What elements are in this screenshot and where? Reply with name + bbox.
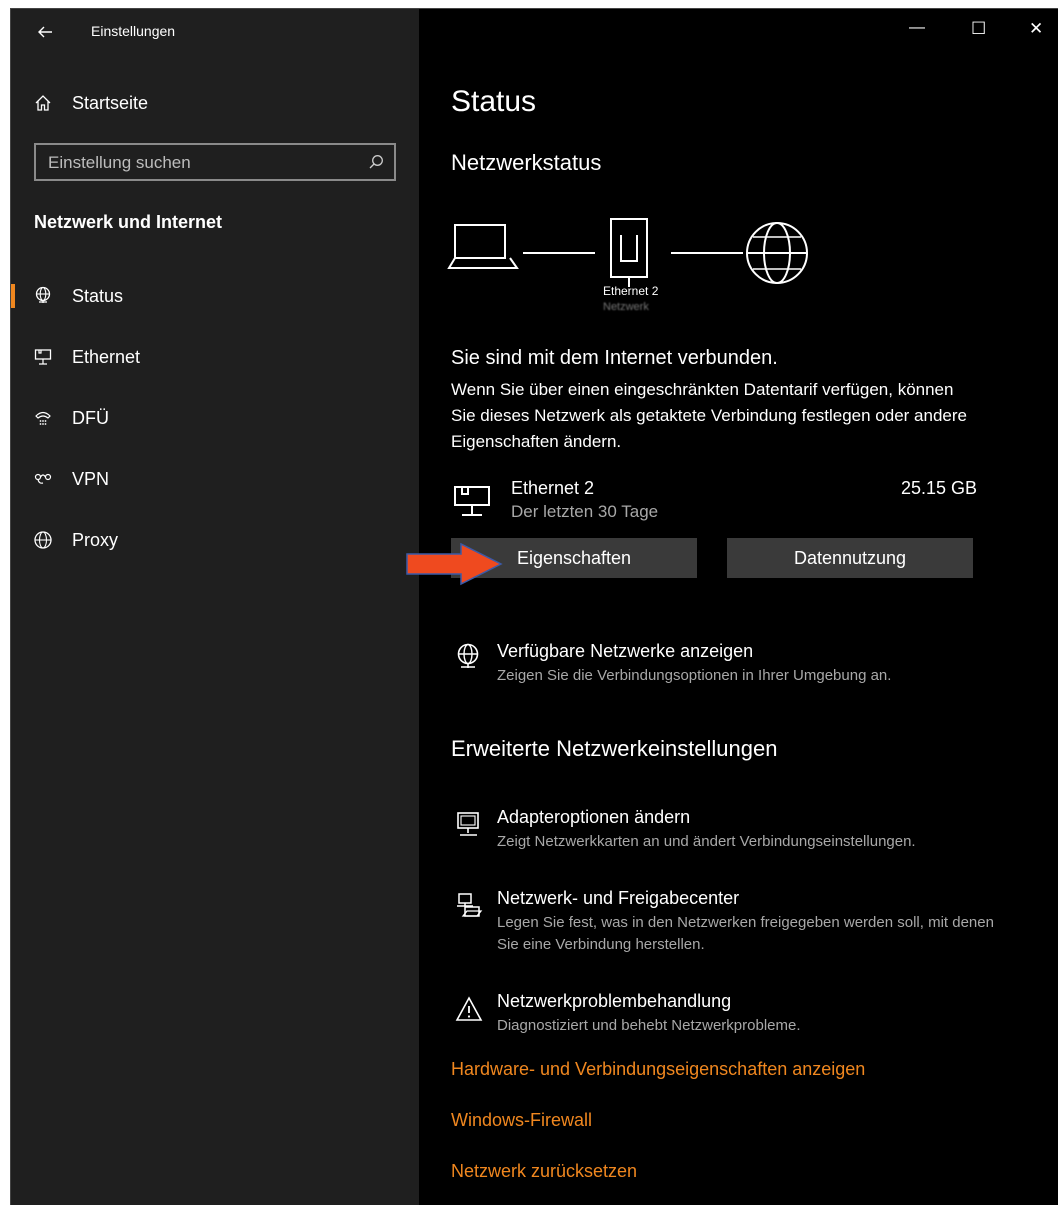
minimize-button[interactable]: —: [909, 19, 925, 37]
globe-status-icon: [33, 286, 53, 306]
diagram-adapter-sublabel: Netzwerk: [603, 301, 649, 313]
sidebar-section-title: Netzwerk und Internet: [34, 212, 223, 232]
adapter-options-row[interactable]: Adapteroptionen ändern Zeigt Netzwerkkar…: [449, 805, 1039, 855]
sidebar-item-label: VPN: [72, 469, 110, 489]
search-icon[interactable]: [368, 154, 384, 170]
maximize-button[interactable]: ☐: [971, 19, 986, 39]
sidebar-item-vpn[interactable]: VPN: [11, 459, 419, 499]
globe-icon: [33, 530, 53, 550]
advanced-item-desc: Zeigt Netzwerkkarten an und ändert Verbi…: [497, 833, 916, 850]
adapter-name: Ethernet 2: [511, 478, 595, 498]
settings-window: Einstellungen Startseite Netzwerk und In…: [10, 8, 1058, 1205]
sidebar-item-ethernet[interactable]: Ethernet: [11, 337, 419, 377]
close-button[interactable]: ✕: [1029, 19, 1043, 39]
sidebar-item-label: Proxy: [72, 530, 119, 550]
adapter-usage: 25.15 GB: [901, 478, 978, 498]
annotation-arrow-icon: [406, 542, 503, 586]
section-heading-advanced: Erweiterte Netzwerkeinstellungen: [451, 736, 778, 761]
laptop-icon: [447, 224, 519, 269]
advanced-item-title: Netzwerk- und Freigabecenter: [497, 888, 740, 908]
search-input[interactable]: [46, 151, 360, 175]
sidebar-item-dialup[interactable]: DFÜ: [11, 398, 419, 438]
sidebar-item-label: Status: [72, 286, 124, 306]
sidebar-item-label: DFÜ: [72, 408, 109, 428]
section-heading-network-status: Netzwerkstatus: [451, 150, 602, 175]
network-sharing-icon: [455, 892, 485, 927]
connected-heading: Sie sind mit dem Internet verbunden.: [451, 347, 778, 369]
windows-firewall-link[interactable]: Windows-Firewall: [451, 1110, 592, 1131]
back-button[interactable]: [33, 21, 59, 43]
network-reset-link[interactable]: Netzwerk zurücksetzen: [451, 1161, 637, 1182]
adapter-period: Der letzten 30 Tage: [511, 502, 659, 521]
home-icon: [33, 93, 53, 113]
diagram-adapter-label: Ethernet 2: [603, 284, 659, 298]
advanced-item-title: Adapteroptionen ändern: [497, 807, 691, 827]
sidebar-item-home[interactable]: Startseite: [11, 83, 419, 123]
ethernet-icon: [33, 347, 53, 367]
sidebar-item-status[interactable]: Status: [11, 276, 419, 316]
hardware-properties-link[interactable]: Hardware- und Verbindungseigenschaften a…: [451, 1059, 865, 1080]
ethernet-port-icon: [610, 218, 648, 287]
active-indicator: [11, 284, 15, 308]
warning-icon: [455, 995, 483, 1028]
sidebar-item-proxy[interactable]: Proxy: [11, 520, 419, 560]
data-usage-button[interactable]: Datennutzung: [727, 538, 973, 578]
advanced-item-desc: Diagnostiziert und behebt Netzwerkproble…: [497, 1017, 801, 1034]
page-title: Status: [451, 85, 537, 118]
globe-icon: [746, 222, 808, 284]
available-networks-title: Verfügbare Netzwerke anzeigen: [497, 641, 754, 661]
available-networks-row[interactable]: Verfügbare Netzwerke anzeigen Zeigen Sie…: [449, 639, 1039, 689]
vpn-icon: [33, 469, 53, 489]
advanced-item-title: Netzwerkproblembehandlung: [497, 991, 732, 1011]
sidebar-item-label: Startseite: [72, 93, 149, 113]
available-networks-desc: Zeigen Sie die Verbindungsoptionen in Ih…: [497, 667, 892, 684]
sidebar-item-label: Ethernet: [72, 347, 141, 367]
main-content: — ☐ ✕ Status Netzwerkstatus Ethernet 2 N…: [406, 9, 1058, 1205]
back-arrow-icon: [38, 26, 52, 38]
window-title: Einstellungen: [91, 23, 176, 39]
connected-text: Wenn Sie über einen eingeschränkten Date…: [451, 380, 967, 451]
ethernet-adapter-icon: [453, 485, 493, 524]
search-box[interactable]: [34, 143, 396, 181]
monitor-adapter-icon: [455, 811, 483, 846]
troubleshoot-row[interactable]: Netzwerkproblembehandlung Diagnostiziert…: [449, 989, 1039, 1039]
sharing-center-row[interactable]: Netzwerk- und Freigabecenter Legen Sie f…: [449, 886, 1049, 956]
dialup-icon: [33, 408, 53, 428]
globe-status-icon: [455, 643, 481, 678]
sidebar: Einstellungen Startseite Netzwerk und In…: [11, 9, 419, 1205]
advanced-item-desc: Legen Sie fest, was in den Netzwerken fr…: [497, 914, 994, 953]
